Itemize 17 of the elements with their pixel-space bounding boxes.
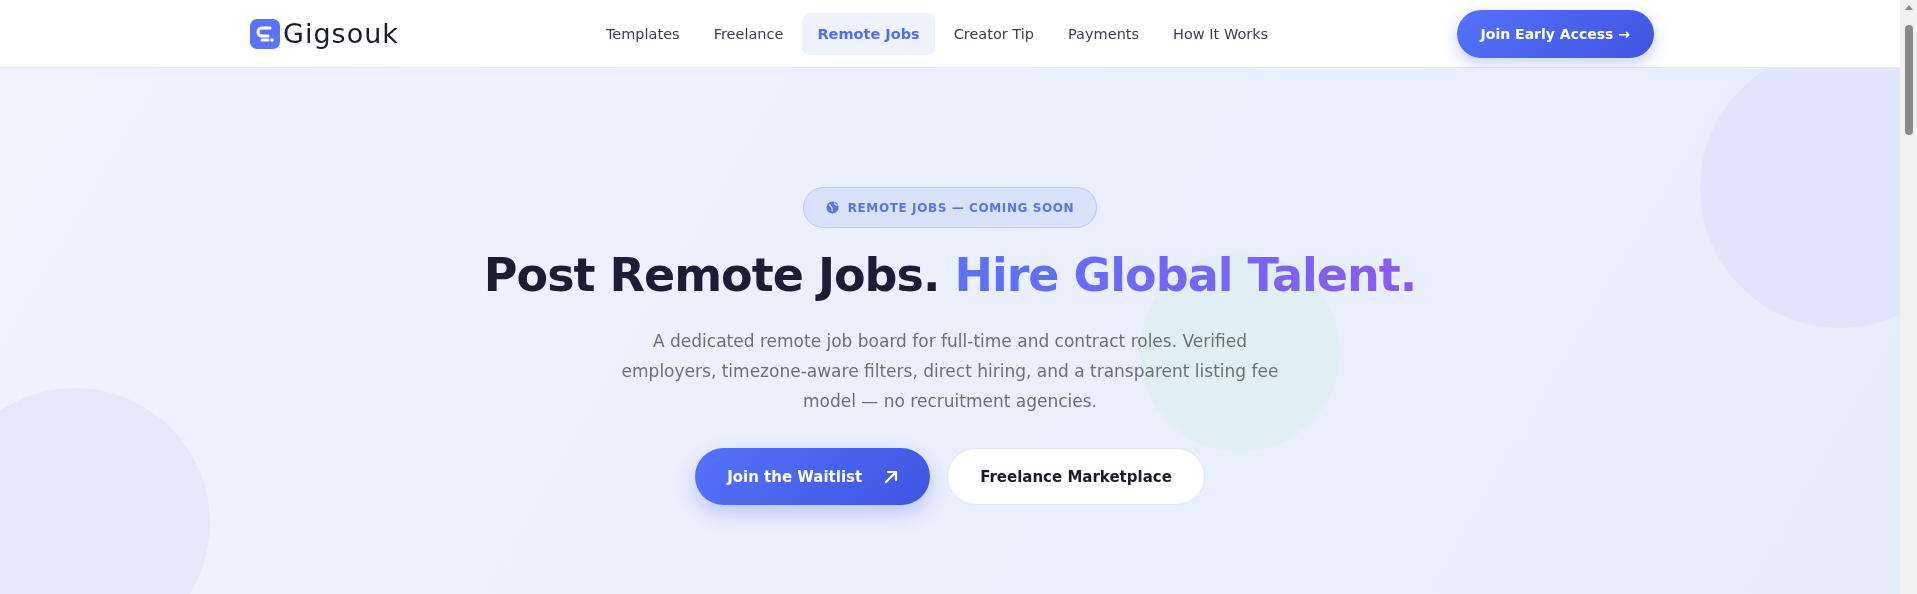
logo-text: Gigsouk: [283, 18, 399, 49]
hero-description: A dedicated remote job board for full-time and contract roles. Verified employers, timezone-aware filters, direct hiring, and a transparent listing fee model — no recruitment agencies.: [620, 330, 1280, 413]
globe-icon: [825, 201, 839, 214]
freelance-marketplace-button[interactable]: Freelance Marketplace: [947, 448, 1205, 505]
nav-tab[interactable]: How It Works: [1158, 12, 1284, 55]
join-early-access-button[interactable]: Join Early Access →: [1456, 9, 1654, 58]
nav-tab[interactable]: Remote Jobs: [802, 12, 935, 55]
nav-tab[interactable]: Payments: [1053, 12, 1155, 55]
coming-soon-badge: REMOTE JOBS — COMING SOON: [802, 187, 1098, 228]
join-waitlist-button[interactable]: Join the Waitlist: [695, 448, 931, 505]
nav-tab[interactable]: Templates: [590, 12, 695, 55]
scrollbar[interactable]: [1900, 0, 1917, 594]
arrow-up-right-icon: [884, 469, 899, 484]
nav-tab[interactable]: Freelance: [698, 12, 799, 55]
logo-icon: [250, 18, 280, 49]
hero-title: Post Remote Jobs. Hire Global Talent.: [483, 248, 1417, 302]
nav-tab[interactable]: Creator Tip: [938, 12, 1050, 55]
